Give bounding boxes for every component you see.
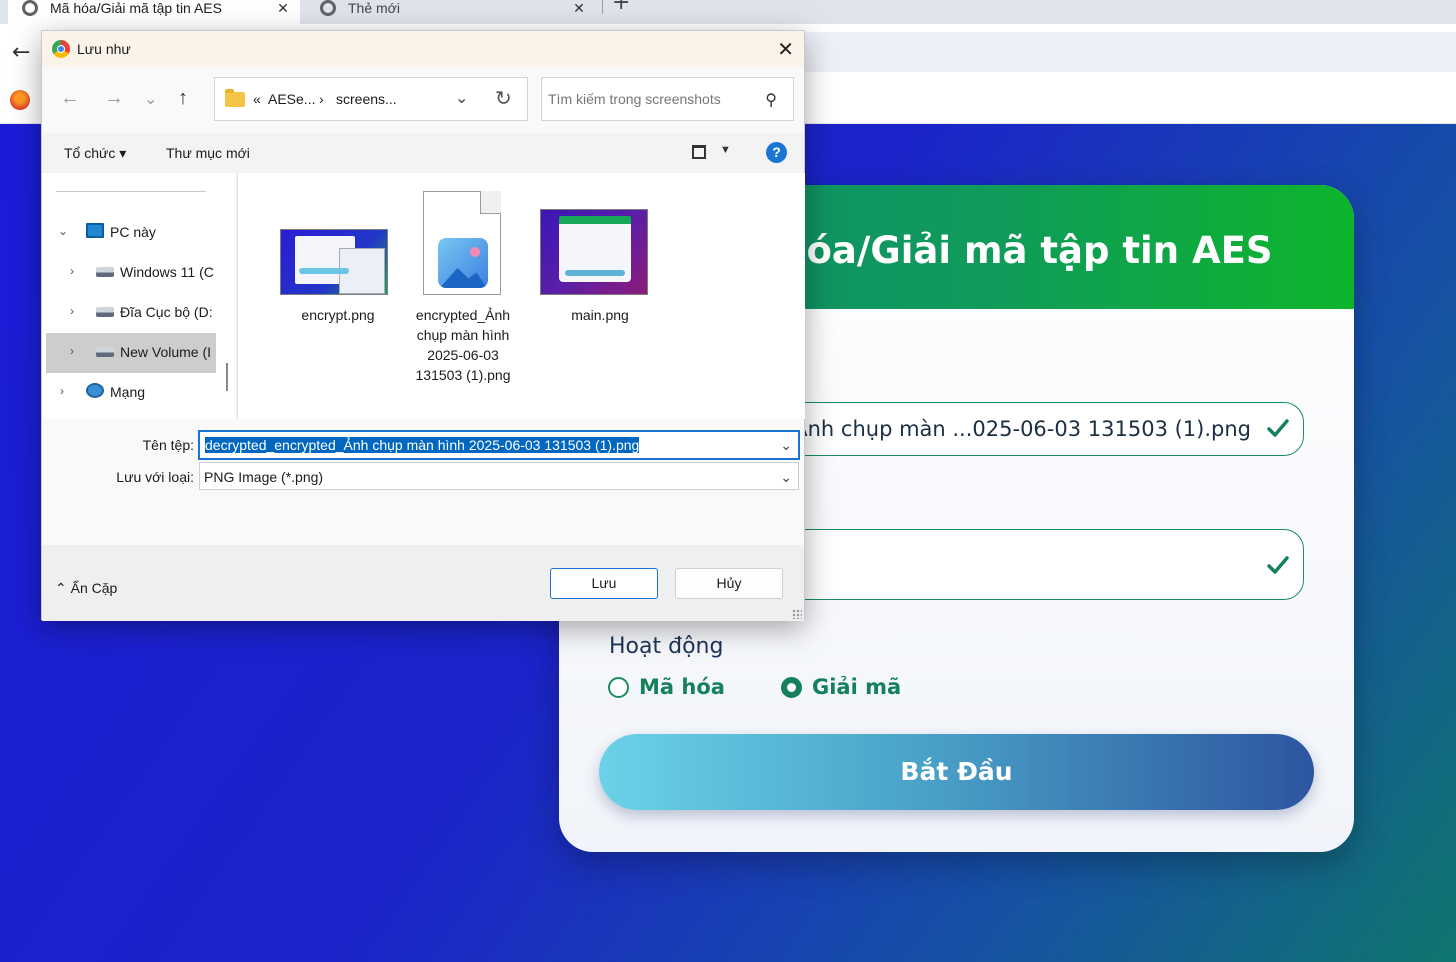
dialog-title: Lưu như	[77, 41, 131, 57]
resize-grip-icon[interactable]	[792, 609, 802, 619]
operation-label: Hoạt động	[609, 634, 724, 659]
site-favicon-icon	[22, 0, 38, 16]
chevron-right-icon[interactable]: ›	[70, 304, 74, 318]
filename-value: decrypted_encrypted_Ảnh chụp màn hình 20…	[205, 437, 640, 453]
radio-selected-icon	[781, 676, 802, 698]
back-arrow-icon[interactable]: ←	[60, 87, 80, 110]
file-type-label: Lưu với loại:	[116, 469, 194, 485]
radio-circle-icon	[608, 676, 629, 698]
tree-item-new-volume[interactable]: › New Volume (I	[46, 333, 216, 373]
chrome-icon	[52, 40, 70, 58]
file-name: main.png	[571, 307, 629, 323]
tree-item-this-pc[interactable]: ⌄ PC này	[42, 213, 236, 253]
chevron-down-icon[interactable]: ⌄	[58, 224, 68, 238]
tree-item-windows[interactable]: › Windows 11 (C	[42, 253, 236, 293]
chevron-right-icon[interactable]: ›	[70, 264, 74, 278]
chevron-down-icon[interactable]: ⌄	[455, 88, 468, 108]
path-segment[interactable]: AESe...	[268, 91, 315, 107]
hide-folders-label: Ẩn Cặp	[70, 580, 118, 596]
tab-new[interactable]: Thẻ mới ✕	[306, 0, 596, 24]
refresh-icon[interactable]: ↻	[495, 86, 512, 111]
tree-scrollbar[interactable]	[226, 363, 228, 391]
tab-separator	[602, 0, 603, 14]
chevron-right-icon[interactable]: ›	[60, 384, 64, 398]
tab-title: Mã hóa/Giải mã tập tin AES	[50, 0, 222, 16]
navigation-tree: ⌄ PC này › Windows 11 (C › Đĩa Cục bộ (D…	[42, 173, 236, 419]
image-thumbnail	[540, 209, 648, 295]
tab-close-icon[interactable]: ✕	[272, 0, 294, 17]
file-name: encrypted_Ảnh chụp màn hình 2025-06-03 1…	[415, 307, 511, 383]
hide-folders-toggle[interactable]: ⌃ Ẩn Cặp	[55, 580, 117, 597]
radio-encrypt[interactable]: Mã hóa	[608, 675, 725, 699]
save-button[interactable]: Lưu	[550, 568, 658, 599]
checkmark-icon	[1267, 419, 1289, 437]
tree-label: Mạng	[110, 384, 146, 400]
path-breadcrumb[interactable]: « AESe... › screens... ⌄ ↻	[214, 77, 528, 121]
tab-aes[interactable]: Mã hóa/Giải mã tập tin AES ✕	[8, 0, 300, 24]
navigation-row: ← → ⌄ ↑ « AESe... › screens... ⌄ ↻ ⚲	[42, 67, 804, 133]
search-icon[interactable]: ⚲	[765, 90, 777, 110]
save-options: Tên tệp: decrypted_encrypted_Ảnh chụp mà…	[42, 419, 804, 545]
address-bar[interactable]	[800, 32, 1456, 72]
search-input[interactable]	[548, 89, 748, 109]
bookmark-logo-icon[interactable]	[10, 90, 30, 110]
command-bar: Tổ chức ▾ Thư mục mới ▼ ?	[42, 133, 804, 173]
forward-arrow-icon[interactable]: →	[104, 87, 124, 110]
tree-label: Đĩa Cục bộ (D:	[120, 304, 213, 320]
tab-title: Thẻ mới	[348, 0, 400, 16]
path-segment[interactable]: screens...	[336, 91, 397, 107]
view-layout-icon[interactable]	[692, 145, 706, 159]
filename-input[interactable]: decrypted_encrypted_Ảnh chụp màn hình 20…	[198, 430, 800, 460]
pc-icon	[86, 223, 104, 238]
chevron-up-icon: ⌃	[55, 580, 67, 596]
new-tab-button[interactable]: +	[612, 0, 630, 15]
recent-locations-icon[interactable]: ⌄	[144, 89, 157, 109]
tree-divider	[56, 191, 206, 192]
drive-icon	[96, 307, 114, 317]
page-fold	[480, 191, 501, 214]
file-type-select[interactable]: PNG Image (*.png) ⌄	[199, 462, 799, 490]
checkmark-icon	[1267, 556, 1289, 574]
path-overflow[interactable]: «	[253, 91, 261, 107]
file-list: encrypt.png encrypted_Ảnh chụp màn hình …	[237, 173, 805, 419]
up-arrow-icon[interactable]: ↑	[178, 87, 188, 110]
new-folder-button[interactable]: Thư mục mới	[166, 145, 250, 161]
network-icon	[86, 383, 104, 398]
close-icon[interactable]: ✕	[777, 37, 794, 62]
tree-label: New Volume (I	[120, 344, 212, 360]
image-thumbnail	[280, 229, 388, 295]
globe-icon	[320, 0, 336, 16]
tab-close-icon[interactable]: ✕	[568, 0, 590, 17]
start-button[interactable]: Bắt Đầu	[599, 734, 1314, 810]
chevron-down-icon[interactable]: ⌄	[780, 469, 792, 486]
tree-item-network[interactable]: › Mạng	[42, 373, 236, 413]
save-as-dialog: Lưu như ✕ ← → ⌄ ↑ « AESe... › screens...…	[41, 30, 805, 621]
path-separator-icon: ›	[319, 91, 324, 107]
photo-icon	[438, 238, 488, 288]
tree-label: PC này	[110, 224, 156, 240]
chevron-right-icon[interactable]: ›	[70, 344, 74, 358]
back-arrow-icon[interactable]: ←	[12, 40, 30, 65]
folder-icon	[225, 89, 245, 107]
cancel-button[interactable]: Hủy	[675, 568, 783, 599]
file-name: encrypt.png	[301, 307, 375, 323]
radio-label: Giải mã	[812, 675, 902, 699]
radio-label: Mã hóa	[639, 675, 725, 699]
caret-down-icon[interactable]: ▼	[720, 144, 731, 156]
chevron-down-icon[interactable]: ⌄	[780, 437, 792, 454]
dialog-titlebar: Lưu như ✕	[42, 31, 804, 67]
help-icon[interactable]: ?	[766, 142, 787, 163]
browser-tab-strip: Mã hóa/Giải mã tập tin AES ✕ Thẻ mới ✕ +	[0, 0, 1456, 24]
dialog-footer: ⌃ Ẩn Cặp Lưu Hủy	[42, 545, 804, 621]
filename-label: Tên tệp:	[142, 437, 194, 453]
search-box[interactable]: ⚲	[541, 77, 794, 121]
radio-decrypt[interactable]: Giải mã	[781, 675, 901, 699]
organize-button[interactable]: Tổ chức ▾	[64, 145, 126, 162]
tree-label: Windows 11 (C	[120, 264, 214, 280]
tree-item-local-disk[interactable]: › Đĩa Cục bộ (D:	[42, 293, 236, 333]
file-type-value: PNG Image (*.png)	[204, 469, 324, 485]
drive-icon	[96, 347, 114, 357]
windows-drive-icon	[96, 267, 114, 277]
